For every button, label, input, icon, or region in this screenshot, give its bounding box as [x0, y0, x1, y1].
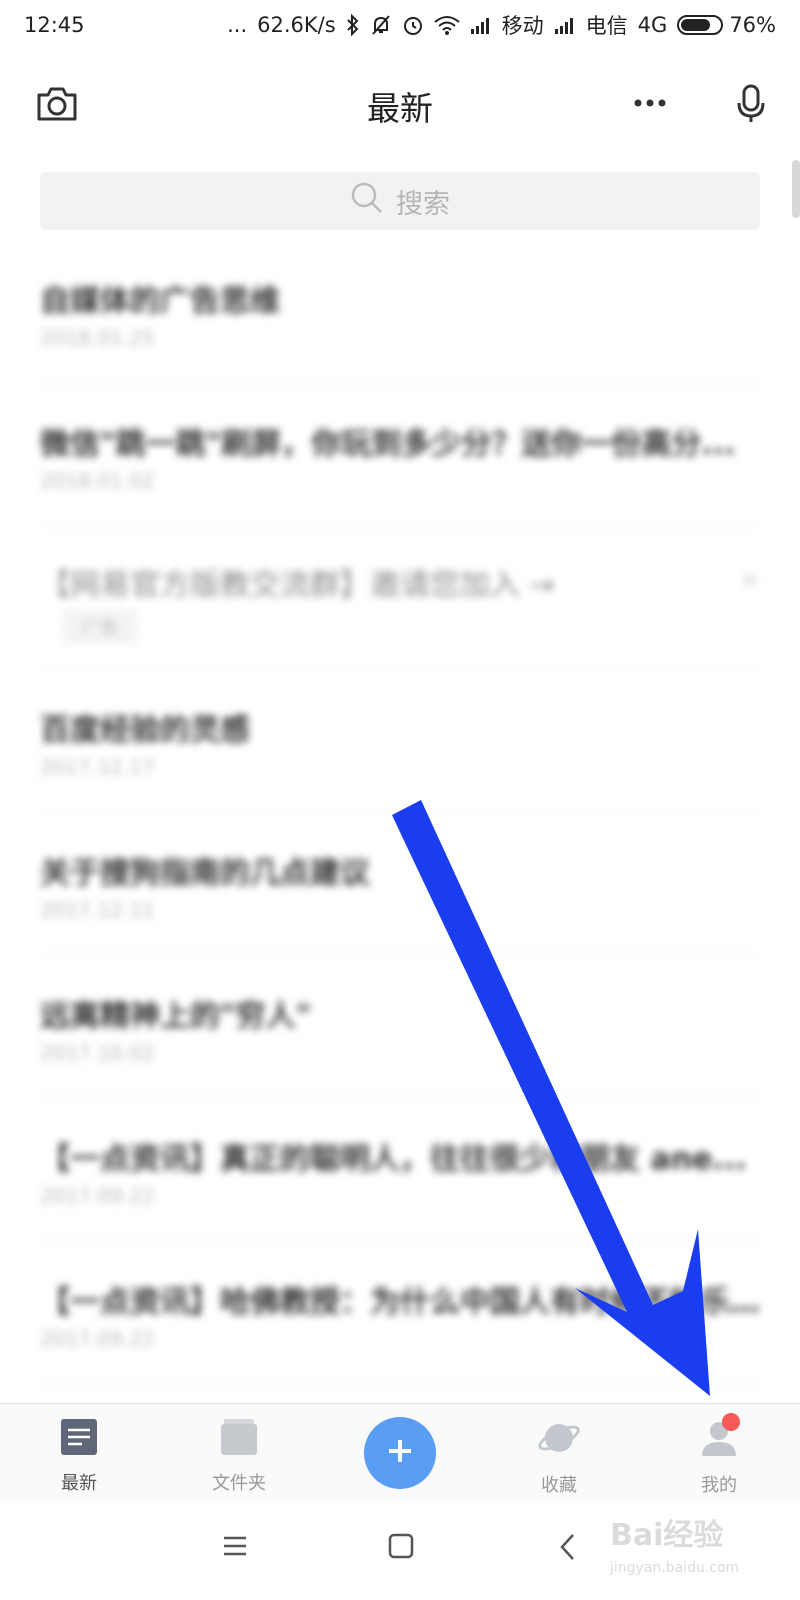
watermark-url: jingyan.baidu.com	[610, 1560, 740, 1576]
tab-mine[interactable]: 我的	[669, 1418, 769, 1497]
watermark: Bai经验 jingyan.baidu.com	[610, 1510, 790, 1590]
note-date: 2017.09.22	[40, 1184, 155, 1208]
home-icon[interactable]	[388, 1533, 414, 1563]
plus-icon	[385, 1436, 415, 1470]
note-title: 百度经验的灵感	[40, 713, 250, 748]
note-title: 微信"跳一跳"刷屏，你玩到多少分？送你一份高分...	[40, 427, 736, 462]
battery-percent: 76%	[729, 13, 776, 37]
note-date: 2017.12.11	[40, 898, 155, 922]
tab-latest[interactable]: 最新	[29, 1418, 129, 1495]
folder-icon	[189, 1418, 289, 1461]
note-date: 2018.01.02	[40, 469, 155, 493]
battery-fill	[681, 19, 711, 31]
note-date: 2017.12.17	[40, 755, 155, 779]
scrollbar-thumb[interactable]	[792, 160, 800, 218]
status-speed: 62.6K/s	[257, 13, 336, 37]
search-placeholder: 搜索	[396, 188, 450, 220]
battery-indicator: 76%	[677, 13, 776, 37]
note-title: 【一点资讯】真正的聪明人，往往很少和朋友 ane...	[40, 1142, 747, 1177]
mute-bell-icon	[370, 14, 392, 36]
tab-mine-label: 我的	[701, 1475, 737, 1496]
note-date: 2017.10.02	[40, 1041, 155, 1065]
tab-folder-label: 文件夹	[212, 1473, 266, 1494]
note-list: 自媒体的广告思维 2018.01.25 微信"跳一跳"刷屏，你玩到多少分？送你一份高…	[0, 240, 800, 1384]
note-title: 自媒体的广告思维	[40, 284, 280, 319]
wifi-icon	[434, 15, 460, 35]
note-icon	[29, 1418, 129, 1461]
ad-tag: 广告	[62, 610, 138, 644]
note-date: 2018.01.25	[40, 326, 155, 350]
microphone-icon[interactable]	[736, 84, 766, 128]
note-list-item[interactable]: 【一点资讯】哈佛教授：为什么中国人有时候不快乐... 2017.09.22	[40, 1241, 760, 1384]
battery-icon	[677, 15, 724, 35]
planet-icon	[509, 1418, 609, 1463]
search-input[interactable]: 搜索	[40, 172, 760, 230]
user-icon	[669, 1418, 769, 1463]
add-note-button[interactable]	[364, 1417, 436, 1489]
carrier-2: 电信	[585, 14, 628, 38]
page-title: 最新	[367, 89, 433, 128]
signal-icon-2	[554, 16, 576, 34]
note-title: 【网易官方版教交流群】邀请您加入 →	[40, 568, 555, 603]
note-list-item[interactable]: 微信"跳一跳"刷屏，你玩到多少分？送你一份高分... 2018.01.02	[40, 383, 760, 526]
note-list-item[interactable]: 自媒体的广告思维 2018.01.25	[40, 240, 760, 383]
alarm-icon	[402, 14, 424, 36]
note-list-item[interactable]: 百度经验的灵感 2017.12.17	[40, 669, 760, 812]
note-title: 关于搜狗指南的几点建议	[40, 856, 370, 891]
status-time: 12:45	[24, 13, 85, 37]
watermark-logo: Bai经验	[610, 1518, 724, 1553]
app-header: 最新	[0, 60, 800, 150]
note-title: 【一点资讯】哈佛教授：为什么中国人有时候不快乐...	[40, 1285, 760, 1320]
note-title: 远离精神上的"穷人"	[40, 999, 312, 1034]
note-list-item[interactable]: 【一点资讯】真正的聪明人，往往很少和朋友 ane... 2017.09.22	[40, 1098, 760, 1241]
tab-folder[interactable]: 文件夹	[189, 1418, 289, 1495]
menu-icon[interactable]	[222, 1533, 248, 1563]
note-list-item[interactable]: 远离精神上的"穷人" 2017.10.02	[40, 955, 760, 1098]
close-ad-icon[interactable]: ×	[740, 566, 760, 594]
signal-icon-1	[470, 16, 492, 34]
carrier-1: 移动	[501, 14, 544, 38]
tab-latest-label: 最新	[61, 1473, 97, 1494]
bluetooth-icon	[346, 14, 360, 36]
search-icon	[350, 181, 384, 222]
back-icon[interactable]	[558, 1533, 578, 1565]
ad-list-item[interactable]: 【网易官方版教交流群】邀请您加入 → 广告 ×	[40, 526, 760, 669]
tab-favorites-label: 收藏	[541, 1475, 577, 1496]
status-bar: 12:45 ... 62.6K/s 移动 电信 4G 76%	[0, 0, 800, 50]
note-list-item[interactable]: 关于搜狗指南的几点建议 2017.12.11	[40, 812, 760, 955]
note-date: 2017.09.22	[40, 1327, 155, 1351]
more-icon[interactable]	[633, 88, 667, 122]
network-type: 4G	[637, 13, 668, 37]
status-dots: ...	[227, 13, 248, 37]
notification-badge	[722, 1413, 740, 1431]
tab-favorites[interactable]: 收藏	[509, 1418, 609, 1497]
bottom-tab-bar: 最新 文件夹 收藏 我的	[0, 1403, 800, 1503]
status-right: ... 62.6K/s 移动 电信 4G 76%	[227, 10, 776, 40]
